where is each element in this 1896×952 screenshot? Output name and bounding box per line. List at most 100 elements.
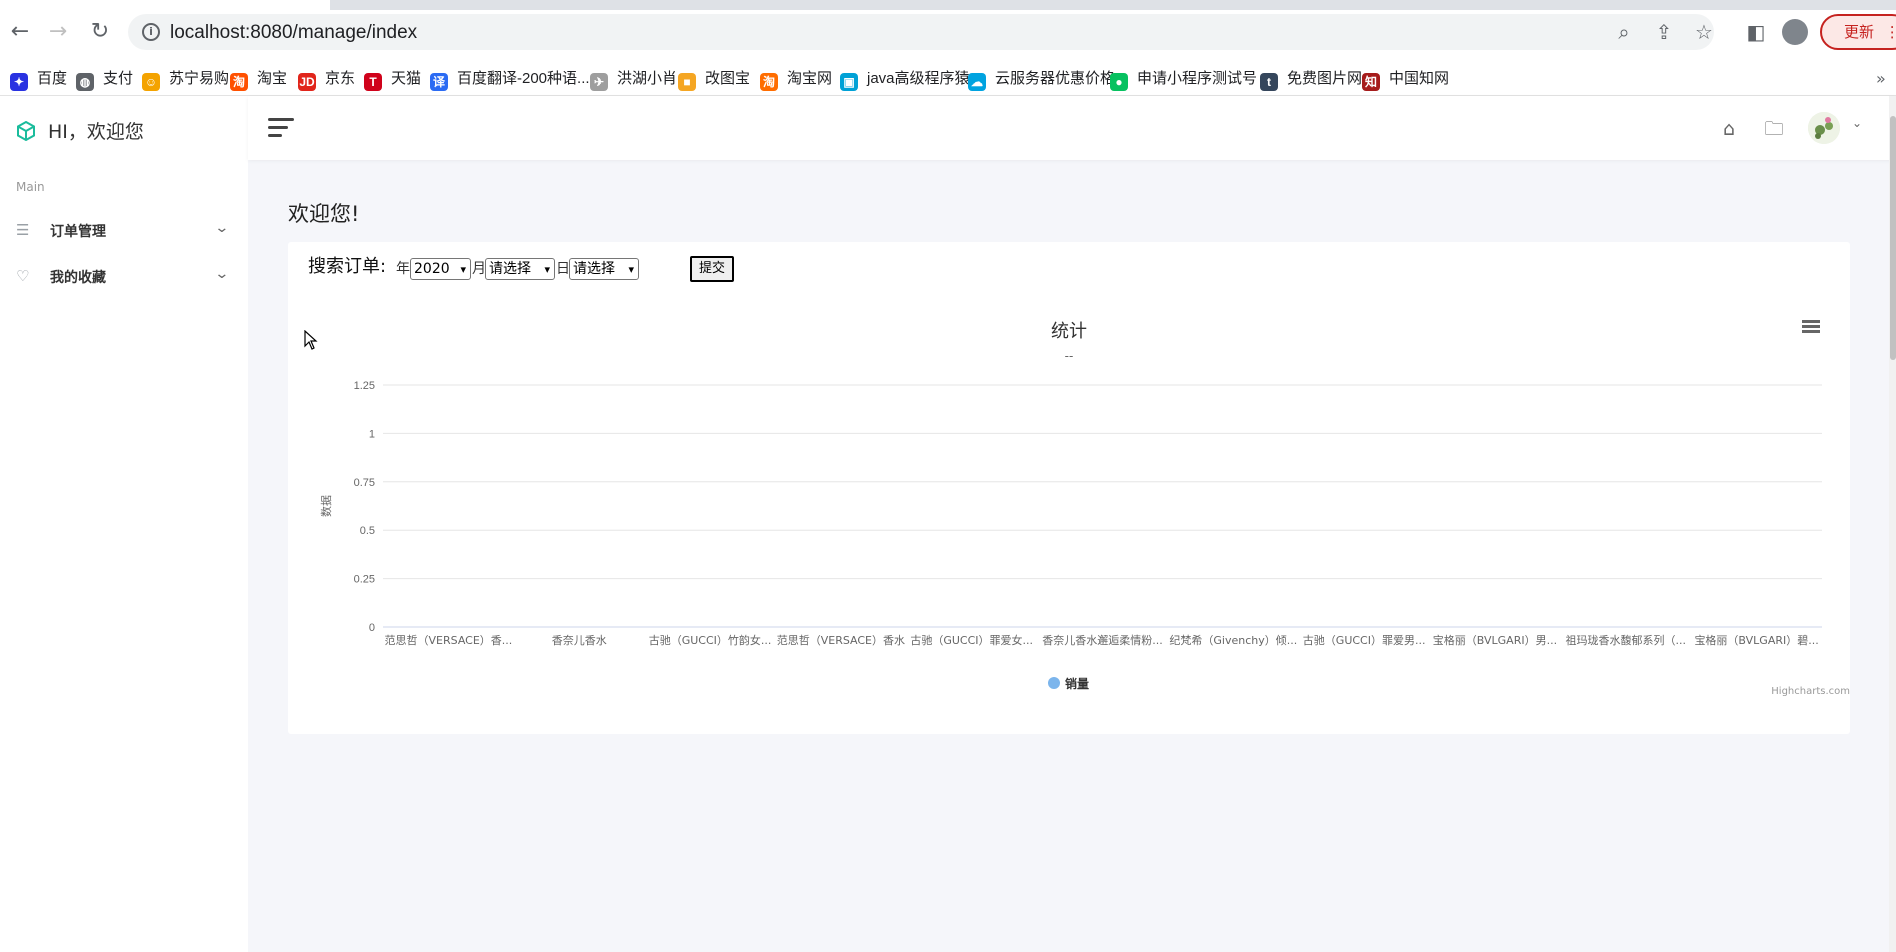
bookmark-item[interactable]: ▣ java高级程序猿 bbox=[840, 68, 970, 91]
chevron-down-icon: ⌄ bbox=[214, 266, 230, 282]
flower-avatar-icon bbox=[1808, 112, 1840, 144]
bookmark-label: 淘宝 bbox=[257, 70, 288, 87]
chevron-down-icon: ⌄ bbox=[214, 220, 230, 236]
bookmark-label: 百度翻译-200种语... bbox=[457, 70, 590, 87]
forward-arrow-icon[interactable]: → bbox=[44, 18, 72, 46]
bookmark-label: 京东 bbox=[325, 70, 356, 87]
jd-icon: JD bbox=[298, 73, 316, 91]
cnki-icon: 知 bbox=[1362, 73, 1380, 91]
sidebar-item-orders[interactable]: ☰ 订单管理 ⌄ bbox=[0, 208, 248, 252]
x-tick-label: 宝格丽（BVLGARI）碧... bbox=[1694, 633, 1818, 647]
globe-icon: ◍ bbox=[76, 73, 94, 91]
brand-text: HI，欢迎您 bbox=[48, 121, 144, 143]
bookmark-item[interactable]: 淘淘宝 bbox=[230, 68, 288, 91]
x-tick-label: 香奈儿香水邂逅柔情粉... bbox=[1042, 633, 1163, 647]
legend-label: 销量 bbox=[1065, 676, 1089, 691]
year-select[interactable]: 2020 ▾ bbox=[410, 258, 471, 280]
sidebar: HI，欢迎您 Main ☰ 订单管理 ⌄ ♡ 我的收藏 ⌄ bbox=[0, 96, 248, 952]
heart-icon: ♡ bbox=[16, 267, 30, 285]
bookmark-item[interactable]: t 免费图片网 bbox=[1260, 68, 1362, 91]
bookmark-item[interactable]: ☺ 苏宁易购 bbox=[142, 68, 230, 91]
bookmark-label: 洪湖小肖 bbox=[617, 70, 678, 87]
share-icon[interactable]: ⇪ bbox=[1652, 20, 1676, 44]
x-tick-label: 古驰（GUCCI）竹韵女... bbox=[649, 633, 772, 647]
x-tick-label: 香奈儿香水 bbox=[552, 633, 607, 647]
day-label: 日 bbox=[556, 261, 570, 277]
sidebar-item-favorites[interactable]: ♡ 我的收藏 ⌄ bbox=[0, 254, 248, 298]
bookmark-item[interactable]: ● 申请小程序测试号 bbox=[1110, 68, 1258, 91]
content-card: 搜索订单: 年 2020 ▾ 月 请选择 ▾ 日 请选择 ▾ 提交 统计 -- 0 0.… bbox=[288, 242, 1850, 734]
chevron-down-icon[interactable]: ⌄ bbox=[1852, 116, 1862, 130]
chart-svg: 0 0.25 0.5 0.75 1 1.25 数据范思哲（VERSACE）香... 香奈儿香水… bbox=[319, 380, 1822, 691]
suning-icon: ☺ bbox=[142, 73, 160, 91]
app-header: ⌂ 🗀 ⌄ bbox=[248, 96, 1896, 160]
month-select[interactable]: 请选择 ▾ bbox=[485, 258, 555, 280]
bookmarks-overflow-icon[interactable]: » bbox=[1876, 62, 1896, 96]
bird-icon: ✈ bbox=[590, 73, 608, 91]
x-tick-label: 宝格丽（BVLGARI）男... bbox=[1433, 633, 1557, 647]
brand[interactable]: HI，欢迎您 bbox=[16, 118, 144, 146]
chevron-down-icon: ▾ bbox=[460, 263, 466, 276]
y-tick-label: 0.25 bbox=[354, 574, 375, 586]
page-title: 欢迎您! bbox=[288, 202, 360, 226]
taobao-net-icon: 淘 bbox=[760, 73, 778, 91]
active-tab-edge bbox=[0, 0, 330, 10]
bookmark-item[interactable]: ☁ 云服务器优惠价格 bbox=[968, 68, 1116, 91]
reload-icon[interactable]: ↻ bbox=[86, 18, 114, 46]
bookmark-item[interactable]: ✈ 洪湖小肖 bbox=[590, 68, 678, 91]
bookmark-item[interactable]: 淘淘宝网 bbox=[760, 68, 832, 91]
back-arrow-icon[interactable]: ← bbox=[6, 18, 34, 46]
cloud-icon: ☁ bbox=[968, 73, 986, 91]
update-button[interactable]: 更新 ⋮ bbox=[1820, 14, 1896, 50]
bookmark-item[interactable]: JD 京东 bbox=[298, 68, 356, 91]
bookmarks-bar: ✦ 百度 ◍ 支付 ☺ 苏宁易购淘淘宝 JD 京东 T 天猫译百度翻译-200种语... ✈ 洪湖小肖… bbox=[0, 62, 1896, 96]
day-value: 请选择 bbox=[573, 261, 615, 277]
bookmark-item[interactable]: ◍ 支付 bbox=[76, 68, 133, 91]
wechat-icon: ● bbox=[1110, 73, 1128, 91]
x-tick-label: 范思哲（VERSACE）香... bbox=[385, 633, 513, 647]
day-select[interactable]: 请选择 ▾ bbox=[569, 258, 639, 280]
bookmark-star-icon[interactable]: ☆ bbox=[1692, 20, 1716, 44]
bookmark-label: 百度 bbox=[37, 70, 68, 87]
bookmark-item[interactable]: 译百度翻译-200种语... bbox=[430, 68, 590, 91]
cube-logo-icon bbox=[17, 121, 35, 141]
x-tick-label: 纪梵希（Givenchy）倾... bbox=[1169, 633, 1297, 647]
chart-credits[interactable]: Highcharts.com bbox=[1771, 686, 1850, 697]
bookmark-label: java高级程序猿 bbox=[867, 70, 970, 87]
side-panel-icon[interactable]: ◧ bbox=[1742, 18, 1770, 46]
bookmark-item[interactable]: T 天猫 bbox=[364, 68, 421, 91]
y-axis-label: 数据 bbox=[319, 495, 333, 517]
page-scrollbar-thumb[interactable] bbox=[1890, 116, 1896, 360]
sidebar-section-label: Main bbox=[16, 180, 45, 194]
sidebar-item-label: 订单管理 bbox=[50, 224, 106, 240]
sidebar-item-label: 我的收藏 bbox=[50, 270, 106, 286]
bookmark-label: 云服务器优惠价格 bbox=[995, 70, 1116, 87]
kebab-menu-icon[interactable]: ⋮ bbox=[1885, 23, 1896, 41]
profile-avatar[interactable] bbox=[1782, 19, 1808, 45]
url-text[interactable]: localhost:8080/manage/index bbox=[170, 22, 417, 44]
menu-toggle-icon[interactable] bbox=[268, 118, 294, 138]
bookmark-item[interactable]: ✦ 百度 bbox=[10, 68, 68, 91]
home-icon[interactable]: ⌂ bbox=[1718, 118, 1740, 140]
year-label: 年 bbox=[396, 261, 410, 277]
bookmark-label: 苏宁易购 bbox=[169, 70, 230, 87]
tumblr-icon: t bbox=[1260, 73, 1278, 91]
browser-toolbar: ← → ↻ i localhost:8080/manage/index ⌕ ⇪ … bbox=[0, 0, 1896, 62]
bookmark-label: 中国知网 bbox=[1389, 70, 1450, 87]
zoom-search-icon[interactable]: ⌕ bbox=[1612, 20, 1636, 44]
translate-icon: 译 bbox=[430, 73, 448, 91]
year-value: 2020 bbox=[414, 261, 450, 277]
search-label: 搜索订单: bbox=[308, 256, 387, 277]
bookmark-item[interactable]: ■ 改图宝 bbox=[678, 68, 750, 91]
y-tick-label: 0.75 bbox=[354, 477, 375, 489]
x-tick-label: 古驰（GUCCI）罪爱女... bbox=[910, 633, 1033, 647]
bookmark-label: 申请小程序测试号 bbox=[1137, 70, 1258, 87]
month-value: 请选择 bbox=[489, 261, 531, 277]
bookmark-item[interactable]: 知中国知网 bbox=[1362, 68, 1450, 91]
folder-icon[interactable]: 🗀 bbox=[1763, 118, 1785, 140]
address-bar[interactable]: i localhost:8080/manage/index ⌕ ⇪ ☆ bbox=[128, 14, 1714, 50]
chevron-down-icon: ▾ bbox=[628, 263, 634, 276]
user-avatar[interactable] bbox=[1808, 112, 1840, 144]
submit-button[interactable]: 提交 bbox=[690, 256, 734, 282]
site-info-icon[interactable]: i bbox=[142, 23, 160, 41]
